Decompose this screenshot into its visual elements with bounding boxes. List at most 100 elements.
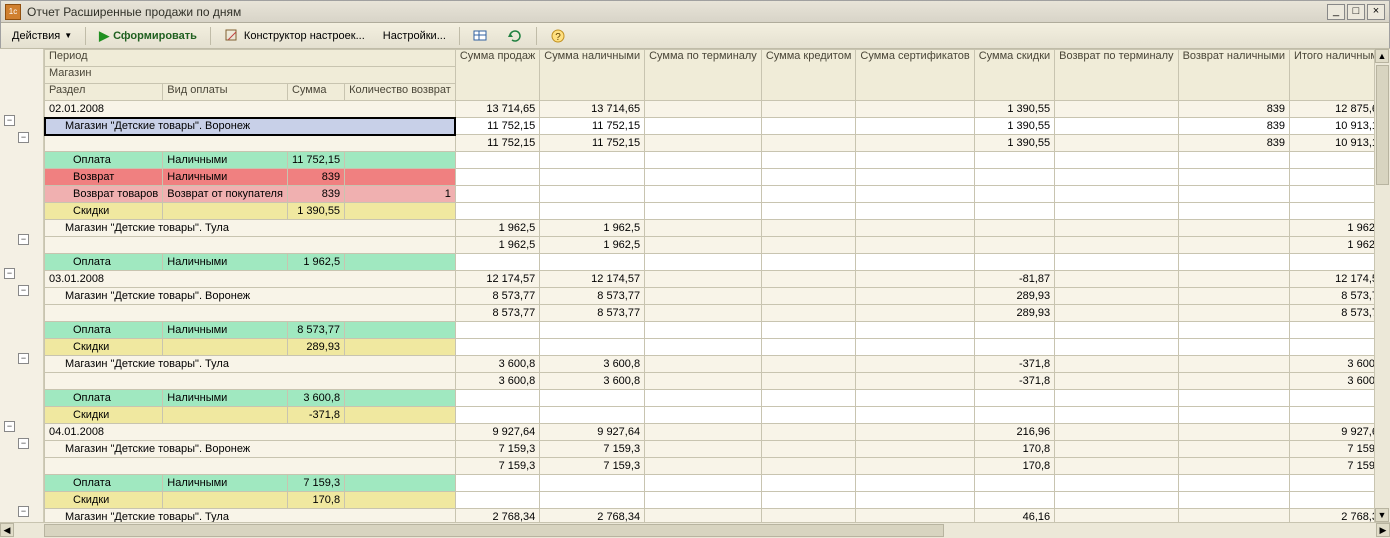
- table-row[interactable]: 7 159,37 159,3170,87 159,3: [45, 458, 1390, 475]
- cell-m1: 8 573,77: [455, 288, 539, 305]
- scroll-thumb-v[interactable]: [1376, 65, 1389, 185]
- scroll-down-icon[interactable]: ▼: [1375, 508, 1389, 522]
- expand-toggle[interactable]: −: [18, 285, 29, 296]
- cell-m2: 7 159,3: [540, 458, 645, 475]
- table-row[interactable]: Магазин "Детские товары". Тула3 600,83 6…: [45, 356, 1390, 373]
- maximize-button[interactable]: □: [1347, 4, 1365, 20]
- table-row[interactable]: ОплатаНаличными3 600,8: [45, 390, 1390, 407]
- cell-m5: [856, 254, 974, 271]
- table-row[interactable]: Магазин "Детские товары". Воронеж8 573,7…: [45, 288, 1390, 305]
- report-table[interactable]: Период Сумма продаж Сумма наличными Сумм…: [44, 49, 1390, 538]
- cell-m2: 7 159,3: [540, 441, 645, 458]
- cell-m7: [1055, 237, 1178, 254]
- expand-toggle[interactable]: −: [18, 353, 29, 364]
- cell-m5: [856, 305, 974, 322]
- cell-m4: [761, 441, 856, 458]
- cell-m6: [974, 220, 1054, 237]
- table-row[interactable]: ОплатаНаличными7 159,3: [45, 475, 1390, 492]
- table-row[interactable]: ВозвратНаличными839: [45, 169, 1390, 186]
- cell-m8: [1178, 390, 1289, 407]
- cell-section: Оплата: [45, 390, 163, 407]
- table-row[interactable]: Скидки-371,8: [45, 407, 1390, 424]
- table-row[interactable]: 3 600,83 600,8-371,83 600,8: [45, 373, 1390, 390]
- cell-m4: [761, 271, 856, 288]
- cell-m7: [1055, 254, 1178, 271]
- help-button[interactable]: ?: [543, 26, 573, 46]
- cell-m8: [1178, 169, 1289, 186]
- scroll-left-icon[interactable]: ◀: [0, 523, 14, 537]
- table-row[interactable]: Магазин "Детские товары". Воронеж11 752,…: [45, 118, 1390, 135]
- table-row[interactable]: Скидки1 390,55: [45, 203, 1390, 220]
- cell-m2: [540, 186, 645, 203]
- cell-m8: [1178, 220, 1289, 237]
- cell-m8: [1178, 186, 1289, 203]
- tool-button-2[interactable]: [500, 26, 530, 46]
- cell-m2: 3 600,8: [540, 373, 645, 390]
- cell-m4: [761, 390, 856, 407]
- expand-toggle[interactable]: −: [18, 234, 29, 245]
- cell-m5: [856, 407, 974, 424]
- cell-m8: 839: [1178, 135, 1289, 152]
- cell-m2: 1 962,5: [540, 237, 645, 254]
- generate-button[interactable]: ▶ Сформировать: [92, 26, 204, 46]
- window-titlebar: 1c Отчет Расширенные продажи по дням _ □…: [1, 1, 1389, 23]
- cell-m2: [540, 407, 645, 424]
- table-row[interactable]: 11 752,1511 752,151 390,5583910 913,15: [45, 135, 1390, 152]
- table-row[interactable]: 1 962,51 962,51 962,5: [45, 237, 1390, 254]
- table-row[interactable]: ОплатаНаличными1 962,5: [45, 254, 1390, 271]
- cell-m2: [540, 203, 645, 220]
- cell-m7: [1055, 373, 1178, 390]
- vertical-scrollbar[interactable]: ▲ ▼: [1374, 49, 1390, 522]
- table-row[interactable]: 02.01.200813 714,6513 714,651 390,558391…: [45, 101, 1390, 118]
- cell-m4: [761, 203, 856, 220]
- cell-m5: [856, 169, 974, 186]
- tool-button-1[interactable]: [466, 26, 496, 46]
- expand-toggle[interactable]: −: [4, 115, 15, 126]
- table-row[interactable]: 03.01.200812 174,5712 174,57-81,8712 174…: [45, 271, 1390, 288]
- close-button[interactable]: ×: [1367, 4, 1385, 20]
- table-row[interactable]: 8 573,778 573,77289,938 573,77: [45, 305, 1390, 322]
- table-row[interactable]: ОплатаНаличными8 573,77: [45, 322, 1390, 339]
- cell-m4: [761, 492, 856, 509]
- cell-m2: 12 174,57: [540, 271, 645, 288]
- table-row[interactable]: Магазин "Детские товары". Воронеж7 159,3…: [45, 441, 1390, 458]
- cell-m4: [761, 475, 856, 492]
- cell-qty: [345, 169, 456, 186]
- table-row[interactable]: Скидки170,8: [45, 492, 1390, 509]
- cell-sum: 839: [287, 186, 344, 203]
- table-row[interactable]: Скидки289,93: [45, 339, 1390, 356]
- cell-m1: 11 752,15: [455, 135, 539, 152]
- cell-paytype: Наличными: [163, 322, 288, 339]
- horizontal-scrollbar[interactable]: ◀ ▶: [0, 522, 1390, 538]
- minimize-button[interactable]: _: [1327, 4, 1345, 20]
- expand-toggle[interactable]: −: [4, 421, 15, 432]
- expand-toggle[interactable]: −: [18, 132, 29, 143]
- table-row[interactable]: 04.01.20089 927,649 927,64216,969 927,64: [45, 424, 1390, 441]
- cell-m2: [540, 492, 645, 509]
- expand-toggle[interactable]: −: [4, 268, 15, 279]
- cell-m1: [455, 390, 539, 407]
- hdr-m4: Сумма кредитом: [761, 50, 856, 101]
- cell-m2: 9 927,64: [540, 424, 645, 441]
- actions-menu[interactable]: Действия ▼: [5, 26, 79, 46]
- scroll-right-icon[interactable]: ▶: [1376, 523, 1390, 537]
- cell-qty: [345, 322, 456, 339]
- cell-m1: 11 752,15: [455, 118, 539, 135]
- designer-button[interactable]: Конструктор настроек...: [217, 26, 372, 46]
- table-row[interactable]: Возврат товаровВозврат от покупателя8391: [45, 186, 1390, 203]
- settings-button[interactable]: Настройки...: [376, 26, 453, 46]
- help-icon: ?: [550, 28, 566, 44]
- scroll-up-icon[interactable]: ▲: [1375, 49, 1389, 63]
- cell-m5: [856, 237, 974, 254]
- cell-m5: [856, 220, 974, 237]
- hdr-period: Период: [45, 50, 456, 67]
- cell-m3: [645, 407, 762, 424]
- cell-qty: [345, 339, 456, 356]
- table-row[interactable]: Магазин "Детские товары". Тула1 962,51 9…: [45, 220, 1390, 237]
- table-row[interactable]: ОплатаНаличными11 752,15: [45, 152, 1390, 169]
- cell-m3: [645, 237, 762, 254]
- expand-toggle[interactable]: −: [18, 438, 29, 449]
- scroll-thumb-h[interactable]: [44, 524, 944, 537]
- expand-toggle[interactable]: −: [18, 506, 29, 517]
- cell-m1: 12 174,57: [455, 271, 539, 288]
